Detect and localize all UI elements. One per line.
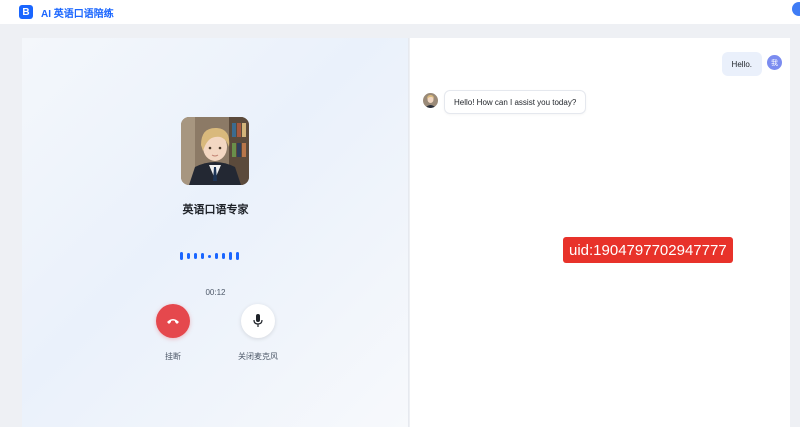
hangup-label: 挂断 — [165, 352, 181, 361]
user-message-bubble: Hello. — [721, 52, 762, 76]
voice-wave-bar — [222, 253, 225, 259]
hangup-button[interactable] — [156, 304, 190, 338]
call-timer: 00:12 — [205, 288, 226, 297]
assistant-avatar — [423, 93, 438, 108]
assistant-message-bubble: Hello! How can I assist you today? — [444, 90, 587, 114]
voice-wave-bar — [229, 252, 232, 260]
phone-hangup-icon — [167, 319, 179, 324]
voice-wave-bar — [215, 253, 218, 259]
assistant-avatar-image — [423, 93, 438, 108]
user-menu-avatar[interactable] — [792, 2, 800, 16]
voice-wave-bar — [194, 253, 197, 259]
voice-wave-bar — [180, 252, 183, 260]
user-avatar: 我 — [767, 55, 782, 70]
uid-badge: uid:1904797702947777 — [563, 237, 733, 263]
voice-wave-bar — [236, 252, 239, 260]
microphone-icon — [253, 314, 263, 327]
voice-wave-bar — [187, 253, 190, 259]
mic-label: 关闭麦克风 — [238, 352, 278, 361]
agent-avatar — [181, 117, 249, 185]
call-panel: 英语口语专家 00:12 挂断 关闭麦克风 — [22, 38, 409, 427]
voice-wave-bar — [208, 254, 211, 258]
top-bar: B AI 英语口语陪练 — [0, 0, 800, 24]
voice-waveform — [180, 251, 239, 261]
mic-toggle-button[interactable] — [241, 304, 275, 338]
chat-panel: Hello. 我 Hello! How can I assist you tod… — [410, 38, 790, 427]
agent-portrait-image — [181, 117, 249, 185]
app-title: AI 英语口语陪练 — [41, 8, 114, 20]
voice-wave-bar — [201, 253, 204, 259]
agent-name: 英语口语专家 — [182, 204, 249, 216]
app-logo: B — [19, 5, 33, 19]
